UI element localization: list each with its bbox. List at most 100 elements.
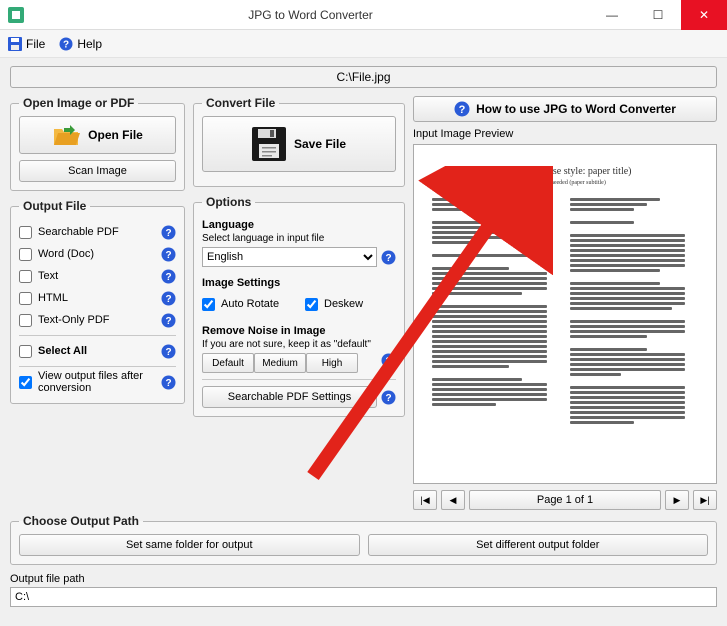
set-different-folder-button[interactable]: Set different output folder: [368, 534, 709, 556]
select-all-label: Select All: [38, 345, 87, 357]
preview-box: Paper Title (use style: paper title) Sub…: [413, 144, 717, 484]
select-all-checkbox[interactable]: [19, 345, 32, 358]
output-word-row: Word (Doc) ?: [19, 245, 176, 263]
svg-text:?: ?: [165, 250, 171, 261]
noise-medium-button[interactable]: Medium: [254, 353, 306, 373]
pager-first-button[interactable]: |◀: [413, 490, 437, 510]
scan-image-button[interactable]: Scan Image: [19, 160, 176, 182]
options-legend: Options: [202, 195, 255, 209]
close-button[interactable]: ✕: [681, 0, 727, 30]
save-file-label: Save File: [294, 137, 346, 151]
deskew-checkbox[interactable]: [305, 298, 318, 311]
minimize-button[interactable]: —: [589, 0, 635, 30]
open-file-button[interactable]: Open File: [19, 116, 176, 154]
window-controls: — ☐ ✕: [589, 0, 727, 30]
how-to-use-label: How to use JPG to Word Converter: [476, 102, 676, 116]
pager-next-button[interactable]: ▶: [665, 490, 689, 510]
window-title: JPG to Word Converter: [32, 8, 589, 22]
output-searchable-pdf-checkbox[interactable]: [19, 226, 32, 239]
how-to-use-button[interactable]: ? How to use JPG to Word Converter: [413, 96, 717, 122]
output-html-checkbox[interactable]: [19, 292, 32, 305]
output-path-input[interactable]: [10, 587, 717, 607]
menubar: File ? Help: [0, 30, 727, 58]
output-text-label: Text: [38, 270, 58, 282]
help-icon[interactable]: ?: [161, 291, 176, 306]
output-word-label: Word (Doc): [38, 248, 94, 260]
help-icon[interactable]: ?: [161, 313, 176, 328]
menu-help[interactable]: ? Help: [59, 37, 102, 51]
svg-text:?: ?: [165, 272, 171, 283]
select-all-row: Select All ?: [19, 342, 176, 360]
deskew-row: Deskew: [305, 295, 396, 313]
output-html-row: HTML ?: [19, 289, 176, 307]
preview-columns: [432, 196, 698, 426]
folder-open-icon: [52, 123, 80, 147]
separator: [19, 366, 176, 367]
auto-rotate-checkbox[interactable]: [202, 298, 215, 311]
filepath-text: C:\File.jpg: [336, 70, 390, 84]
open-image-section: Open Image or PDF Open File Scan Image: [10, 96, 185, 191]
help-icon[interactable]: ?: [381, 390, 396, 405]
language-hint: Select language in input file: [202, 233, 396, 244]
noise-default-button[interactable]: Default: [202, 353, 254, 373]
choose-output-path-section: Choose Output Path Set same folder for o…: [10, 514, 717, 565]
language-label: Language: [202, 219, 396, 231]
auto-rotate-row: Auto Rotate: [202, 295, 293, 313]
help-icon[interactable]: ?: [161, 225, 176, 240]
options-section: Options Language Select language in inpu…: [193, 195, 405, 417]
pager-last-button[interactable]: ▶|: [693, 490, 717, 510]
image-settings-label: Image Settings: [202, 277, 396, 289]
svg-text:?: ?: [165, 294, 171, 305]
svg-text:?: ?: [165, 316, 171, 327]
output-file-section: Output File Searchable PDF ? Word (Doc) …: [10, 199, 185, 404]
window-titlebar: JPG to Word Converter — ☐ ✕: [0, 0, 727, 30]
separator: [202, 379, 396, 380]
floppy-save-icon: [252, 127, 286, 161]
output-word-checkbox[interactable]: [19, 248, 32, 261]
output-textonly-pdf-checkbox[interactable]: [19, 314, 32, 327]
searchable-pdf-settings-button[interactable]: Searchable PDF Settings: [202, 386, 377, 408]
help-icon: ?: [59, 37, 73, 51]
output-searchable-pdf-row: Searchable PDF ?: [19, 223, 176, 241]
app-icon: [8, 7, 24, 23]
view-after-row: View output files after conversion ?: [19, 373, 176, 391]
output-path-row: Output file path: [10, 573, 717, 607]
open-file-label: Open File: [88, 128, 143, 142]
output-html-label: HTML: [38, 292, 68, 304]
convert-file-section: Convert File Save File: [193, 96, 405, 187]
filepath-display: C:\File.jpg: [10, 66, 717, 88]
help-icon[interactable]: ?: [161, 375, 176, 390]
floppy-icon: [8, 37, 22, 51]
view-after-checkbox[interactable]: [19, 376, 32, 389]
svg-text:?: ?: [165, 378, 171, 389]
help-icon[interactable]: ?: [161, 247, 176, 262]
output-textonly-pdf-label: Text-Only PDF: [38, 314, 110, 326]
help-icon[interactable]: ?: [381, 250, 396, 265]
svg-text:?: ?: [385, 356, 391, 367]
output-file-legend: Output File: [19, 199, 90, 213]
help-icon[interactable]: ?: [161, 269, 176, 284]
output-path-label: Output file path: [10, 573, 717, 585]
convert-file-legend: Convert File: [202, 96, 279, 110]
help-icon[interactable]: ?: [161, 344, 176, 359]
separator: [19, 335, 176, 336]
maximize-button[interactable]: ☐: [635, 0, 681, 30]
output-text-row: Text ?: [19, 267, 176, 285]
output-text-checkbox[interactable]: [19, 270, 32, 283]
open-image-legend: Open Image or PDF: [19, 96, 138, 110]
menu-file[interactable]: File: [8, 37, 45, 51]
menu-file-label: File: [26, 37, 45, 51]
auto-rotate-label: Auto Rotate: [221, 298, 279, 310]
language-select[interactable]: English: [202, 247, 377, 267]
deskew-label: Deskew: [324, 298, 363, 310]
help-icon: ?: [454, 101, 470, 117]
help-icon[interactable]: ?: [381, 353, 396, 368]
save-file-button[interactable]: Save File: [202, 116, 396, 172]
pager-prev-button[interactable]: ◀: [441, 490, 465, 510]
pager-status: Page 1 of 1: [469, 490, 661, 510]
set-same-folder-button[interactable]: Set same folder for output: [19, 534, 360, 556]
output-searchable-pdf-label: Searchable PDF: [38, 226, 119, 238]
svg-text:?: ?: [63, 39, 69, 50]
pager: |◀ ◀ Page 1 of 1 ▶ ▶|: [413, 490, 717, 510]
noise-high-button[interactable]: High: [306, 353, 358, 373]
